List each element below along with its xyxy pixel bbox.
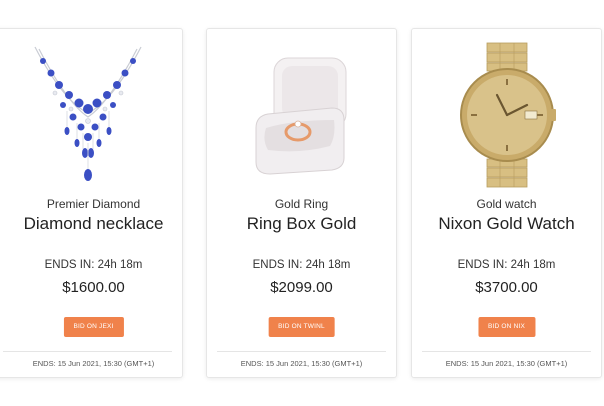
divider — [217, 351, 386, 352]
bid-button[interactable]: BID ON NIX — [477, 317, 536, 337]
ring-box-image[interactable] — [207, 41, 396, 189]
ends-date: ENDS: 15 Jun 2021, 15:30 (GMT+1) — [445, 359, 568, 368]
necklace-image[interactable] — [0, 41, 182, 189]
ends-in-countdown: ENDS IN: 24h 18m — [252, 259, 351, 271]
bid-button[interactable]: BID ON JEXI — [63, 317, 124, 337]
card-title[interactable]: Ring Box Gold — [207, 214, 396, 234]
card-subtitle: Premier Diamond — [46, 197, 141, 211]
auction-card-watch[interactable]: Gold watch Nixon Gold Watch ENDS IN: 24h… — [411, 28, 602, 378]
ends-in-countdown: ENDS IN: 24h 18m — [44, 259, 143, 271]
ends-date: ENDS: 15 Jun 2021, 15:30 (GMT+1) — [32, 359, 155, 368]
bid-button[interactable]: BID ON TWINL — [268, 317, 335, 337]
auction-card-necklace[interactable]: Premier Diamond Diamond necklace ENDS IN… — [0, 28, 183, 378]
divider — [3, 351, 172, 352]
card-subtitle: Gold Ring — [274, 197, 329, 211]
auction-card-ring-box[interactable]: Gold Ring Ring Box Gold ENDS IN: 24h 18m… — [206, 28, 397, 378]
card-title[interactable]: Diamond necklace — [0, 214, 182, 234]
divider — [422, 351, 591, 352]
card-title[interactable]: Nixon Gold Watch — [412, 214, 601, 234]
ends-in-countdown: ENDS IN: 24h 18m — [457, 259, 556, 271]
ends-date: ENDS: 15 Jun 2021, 15:30 (GMT+1) — [240, 359, 363, 368]
price: $1600.00 — [62, 279, 125, 296]
watch-image[interactable] — [412, 41, 601, 189]
price: $3700.00 — [475, 279, 538, 296]
card-subtitle: Gold watch — [476, 197, 537, 211]
price: $2099.00 — [270, 279, 333, 296]
